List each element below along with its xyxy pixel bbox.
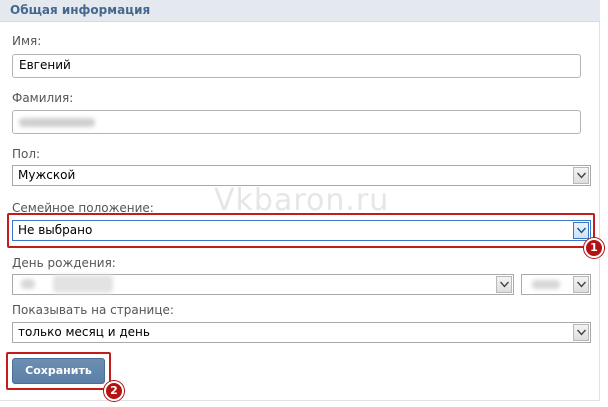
birthday-year-select[interactable]: [521, 274, 591, 295]
first-name-value: Евгений: [19, 58, 71, 72]
section-title: Общая информация: [10, 3, 151, 17]
gender-value: Мужской: [18, 168, 76, 182]
page: Общая информация Имя: Евгений Фамилия: П…: [0, 0, 608, 407]
gender-dropdown-arrow[interactable]: [573, 167, 589, 184]
first-name-input[interactable]: Евгений: [12, 54, 581, 78]
last-name-label: Фамилия:: [12, 91, 74, 105]
gender-label: Пол:: [12, 147, 41, 161]
birthday-day-month-select[interactable]: [12, 274, 514, 295]
show-on-page-select[interactable]: только месяц и день: [12, 322, 591, 343]
section-header: Общая информация: [0, 0, 600, 22]
birthday-year-blurred: [532, 280, 560, 289]
show-on-page-value: только месяц и день: [18, 325, 150, 339]
save-button[interactable]: Сохранить: [12, 358, 105, 384]
birthday-day-blurred: [21, 279, 35, 289]
chevron-down-icon: [577, 281, 586, 288]
birthday-dropdown-arrow[interactable]: [496, 276, 512, 293]
highlight-frame-relationship: [7, 213, 595, 248]
first-name-label: Имя:: [12, 34, 42, 48]
gender-select[interactable]: Мужской: [12, 165, 591, 186]
birthday-month-blurred: [53, 275, 113, 293]
birthday-label: День рождения:: [12, 256, 116, 270]
show-on-page-dropdown-arrow[interactable]: [573, 324, 589, 341]
general-info-panel: Общая информация Имя: Евгений Фамилия: П…: [0, 0, 604, 401]
last-name-input[interactable]: [12, 110, 581, 134]
show-on-page-label: Показывать на странице:: [12, 303, 174, 317]
birthday-year-dropdown-arrow[interactable]: [573, 276, 589, 293]
annotation-badge-1: 1: [584, 238, 604, 258]
chevron-down-icon: [577, 172, 586, 179]
annotation-badge-2: 2: [104, 381, 124, 401]
chevron-down-icon: [500, 281, 509, 288]
last-name-blurred: [19, 118, 95, 127]
chevron-down-icon: [577, 329, 586, 336]
